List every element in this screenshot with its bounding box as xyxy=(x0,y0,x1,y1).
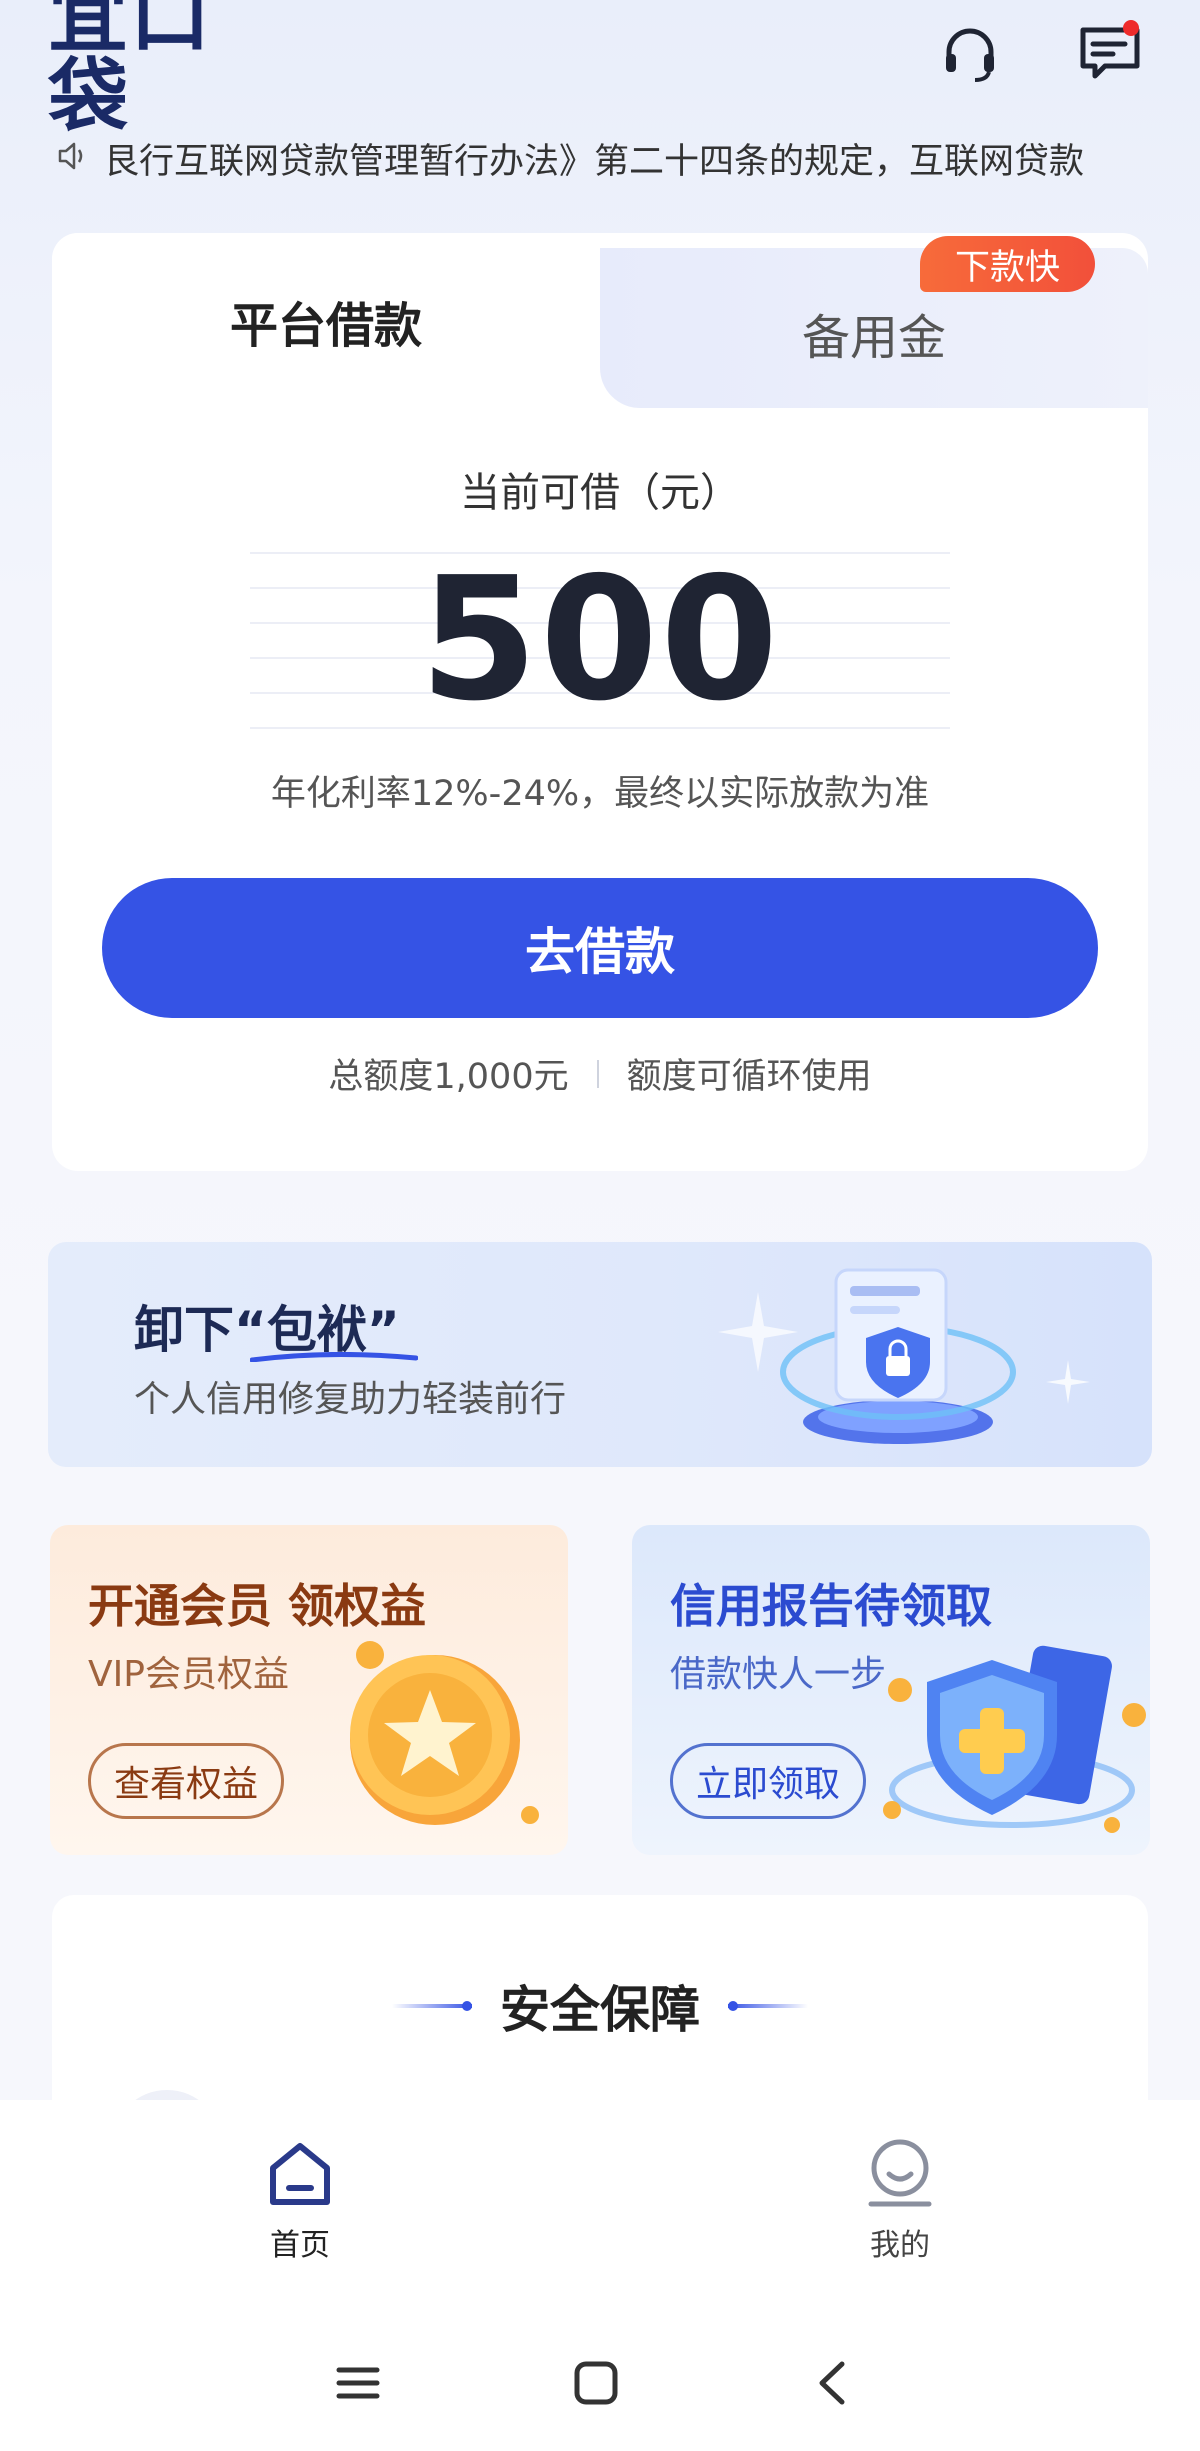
borrow-button[interactable]: 去借款 xyxy=(102,878,1098,1018)
view-benefits-button[interactable]: 查看权益 xyxy=(88,1743,284,1819)
available-amount-label: 当前可借（元） xyxy=(460,470,740,516)
tab-platform-loan-label-wrap: 平台借款 xyxy=(52,286,600,356)
tab-reserve-fund-label-wrap: 备用金 xyxy=(600,298,1148,368)
nav-profile-label: 我的 xyxy=(870,2228,930,2263)
shield-lock-illustration xyxy=(780,1268,1016,1444)
title-underline xyxy=(250,1352,418,1362)
credit-report-title: 信用报告待领取 xyxy=(670,1579,992,1633)
credit-report-subtitle: 借款快人一步 xyxy=(670,1654,887,1695)
nav-home-label: 首页 xyxy=(270,2228,330,2263)
notice-bar[interactable]: 艮行互联网贷款管理暂行办法》第二十四条的规定，互联网贷款 xyxy=(56,128,1146,188)
back-icon[interactable] xyxy=(810,2360,856,2410)
security-title-row: 安全保障 xyxy=(0,1970,1200,2042)
app-logo: 宜口袋 xyxy=(48,0,268,137)
quota-info: 总额度1,000元 额度可循环使用 xyxy=(0,1048,1200,1099)
fast-badge: 下款快 xyxy=(920,236,1095,292)
headset-icon[interactable] xyxy=(935,20,1005,90)
tab-label: 备用金 xyxy=(801,310,946,366)
vip-promo-subtitle: VIP会员权益 xyxy=(88,1654,289,1695)
banner-subtitle: 个人信用修复助力轻装前行 xyxy=(134,1379,567,1420)
nav-profile[interactable]: 我的 xyxy=(820,2138,980,2264)
message-icon[interactable] xyxy=(1075,18,1145,88)
notice-text: 艮行互联网贷款管理暂行办法》第二十四条的规定，互联网贷款 xyxy=(104,141,1085,182)
title-decoration-right xyxy=(728,2001,808,2011)
speaker-icon xyxy=(56,139,90,177)
home-button-icon[interactable] xyxy=(573,2360,619,2410)
vip-promo-title: 开通会员 领权益 xyxy=(88,1579,427,1633)
available-amount: 500 xyxy=(419,541,781,739)
system-nav-bar xyxy=(0,2320,1200,2451)
quota-note: 额度可循环使用 xyxy=(626,1057,872,1097)
interest-rate-text: 年化利率12%-24%，最终以实际放款为准 xyxy=(270,774,930,814)
profile-icon xyxy=(868,2139,932,2207)
logo-text: 宜口袋 xyxy=(48,0,212,143)
total-quota: 总额度1,000元 xyxy=(328,1057,569,1097)
security-title: 安全保障 xyxy=(500,1981,700,2039)
home-icon xyxy=(270,2143,330,2205)
star-coin-icon xyxy=(350,1641,539,1825)
shield-plus-icon xyxy=(883,1645,1146,1833)
unread-dot xyxy=(1123,20,1139,36)
claim-now-button[interactable]: 立即领取 xyxy=(670,1743,866,1819)
recent-apps-icon[interactable] xyxy=(335,2360,381,2410)
sparkle-icon xyxy=(1046,1360,1090,1404)
divider xyxy=(596,1059,599,1088)
nav-home[interactable]: 首页 xyxy=(220,2138,380,2264)
tab-label: 平台借款 xyxy=(229,298,422,354)
title-decoration-left xyxy=(392,2001,472,2011)
